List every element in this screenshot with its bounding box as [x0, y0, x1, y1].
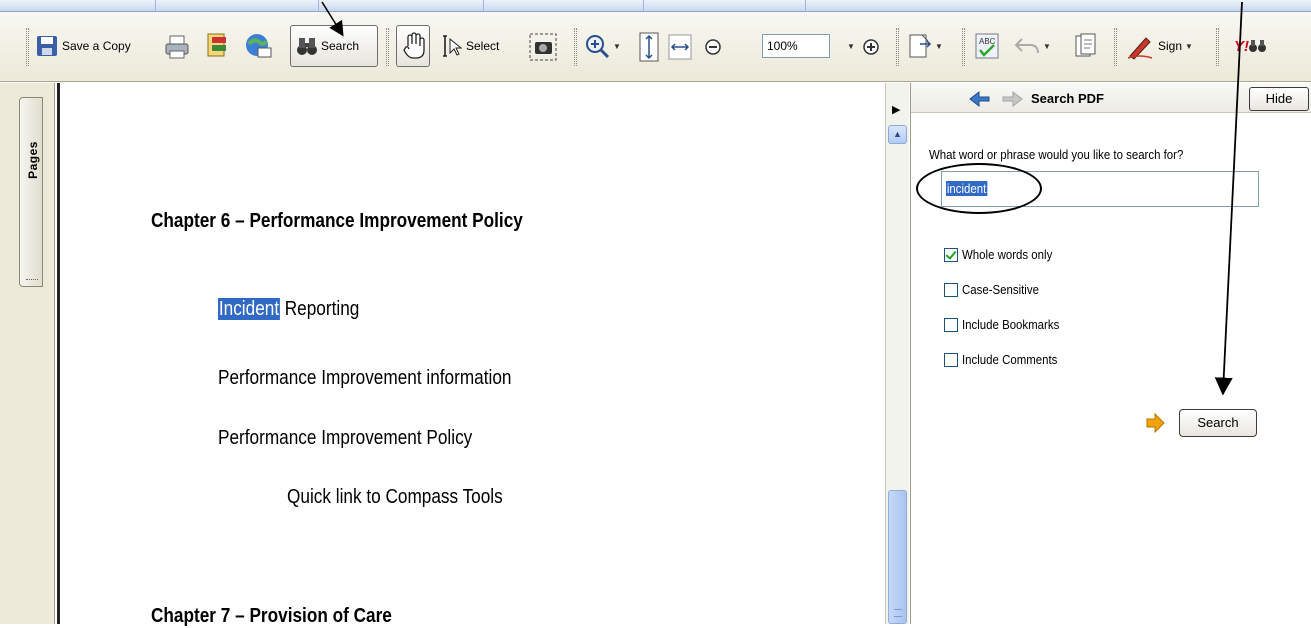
include-bookmarks-label: Include Bookmarks	[962, 317, 1060, 332]
tab-divider	[643, 0, 644, 12]
chevron-up-icon: ▲	[893, 129, 902, 139]
tab-divider	[483, 0, 484, 12]
yahoo-search-button[interactable]: Y!	[1234, 26, 1267, 66]
checkbox-unchecked[interactable]	[944, 317, 958, 332]
toolbar-separator	[962, 28, 965, 66]
pages-tab-label: Pages	[25, 141, 40, 179]
tab-grip	[26, 279, 38, 282]
case-sensitive-checkbox[interactable]: Case-Sensitive	[944, 282, 1049, 297]
checkbox-unchecked[interactable]	[944, 352, 958, 367]
include-comments-label: Include Comments	[962, 352, 1058, 367]
search-question: What word or phrase would you like to se…	[929, 147, 1184, 162]
chapter-6-heading: Chapter 6 – Performance Improvement Poli…	[151, 210, 523, 232]
go-arrow-icon	[1146, 413, 1165, 433]
pages-tab[interactable]: Pages	[19, 97, 43, 287]
search-submit-button[interactable]: Search	[1179, 409, 1257, 437]
checkbox-unchecked[interactable]	[944, 282, 958, 297]
page-menu-button[interactable]: ▼	[908, 26, 943, 66]
save-copy-label: Save a Copy	[62, 39, 131, 53]
toolbar-grip	[26, 28, 29, 66]
page-menu-icon	[909, 34, 932, 58]
search-pdf-pane: Search PDF Hide What word or phrase woul…	[910, 83, 1311, 624]
email-icon[interactable]	[244, 32, 272, 60]
incident-reporting-rest: Reporting	[279, 298, 360, 320]
toolbar-separator	[386, 28, 389, 66]
include-comments-checkbox[interactable]: Include Comments	[944, 352, 1070, 367]
case-sensitive-label: Case-Sensitive	[962, 282, 1039, 297]
vertical-scrollbar[interactable]: ▶ ▲	[885, 83, 909, 624]
whole-words-checkbox[interactable]: Whole words only	[944, 247, 1065, 262]
fit-width-icon[interactable]	[668, 34, 692, 60]
hand-icon	[403, 32, 425, 59]
chevron-down-icon: ▼	[1185, 41, 1193, 51]
search-pane-title: Search PDF	[1031, 91, 1104, 106]
chevron-down-icon: ▼	[613, 41, 621, 51]
quick-link-compass-tools[interactable]: Quick link to Compass Tools	[287, 486, 503, 509]
hide-button[interactable]: Hide	[1249, 87, 1309, 111]
sign-button[interactable]: Sign ▼	[1126, 26, 1193, 66]
toolbar-separator	[896, 28, 899, 66]
save-copy-button[interactable]: Save a Copy	[36, 26, 131, 66]
tab-divider	[318, 0, 319, 12]
zoom-value: 100%	[767, 39, 798, 53]
search-result-highlight: Incident	[218, 298, 280, 320]
scroll-up-button[interactable]: ▲	[888, 125, 907, 144]
toolbar-separator	[1114, 28, 1117, 66]
pi-policy-link[interactable]: Performance Improvement Policy	[218, 427, 472, 450]
zoom-out-icon[interactable]	[704, 38, 722, 56]
whole-words-label: Whole words only	[962, 247, 1053, 262]
zoom-level-field[interactable]: 100%	[762, 34, 830, 58]
annotation-ellipse	[916, 163, 1042, 214]
chapter-7-heading: Chapter 7 – Provision of Care	[151, 605, 392, 627]
fit-page-icon[interactable]	[638, 32, 660, 62]
zoom-in-button[interactable]: ▼	[584, 26, 621, 66]
back-arrow-icon[interactable]	[969, 91, 991, 107]
tab-divider	[805, 0, 806, 12]
zoom-in-icon	[586, 35, 610, 59]
incident-reporting-link[interactable]: Incident Reporting	[218, 298, 359, 321]
chevron-down-icon: ▼	[935, 41, 943, 51]
search-pane-header: Search PDF Hide	[911, 83, 1311, 113]
include-bookmarks-checkbox[interactable]: Include Bookmarks	[944, 317, 1073, 332]
navigation-pane: Pages	[0, 83, 55, 624]
window-top-strip	[0, 0, 1311, 12]
forward-arrow-icon[interactable]	[1001, 91, 1023, 107]
toolbar-separator	[574, 28, 577, 66]
document-icon[interactable]	[1074, 32, 1098, 60]
pi-information-link[interactable]: Performance Improvement information	[218, 367, 511, 390]
collapse-pane-icon[interactable]: ▶	[892, 103, 900, 116]
search-label: Search	[321, 39, 360, 53]
sign-pen-icon	[1127, 37, 1153, 60]
checkbox-checked[interactable]	[944, 247, 958, 262]
undo-button[interactable]: ▼	[1014, 26, 1051, 66]
select-cursor-icon	[443, 35, 463, 57]
select-tool-button[interactable]: Select	[440, 26, 499, 66]
pdf-document-page[interactable]: Chapter 6 – Performance Improvement Poli…	[60, 83, 882, 627]
spellcheck-icon[interactable]: ABC	[974, 32, 1000, 60]
toolbar: Save a Copy Search Select ▼ 100% ▼ ▼ ABC…	[0, 12, 1311, 82]
scrollbar-thumb[interactable]	[888, 490, 907, 624]
undo-icon	[1014, 38, 1039, 54]
yahoo-search-icon	[1249, 40, 1266, 52]
yahoo-label: Y!	[1234, 37, 1249, 55]
tab-divider	[155, 0, 156, 12]
organize-icon[interactable]	[204, 32, 230, 60]
print-icon[interactable]	[164, 34, 190, 60]
chevron-down-icon: ▼	[1043, 41, 1051, 51]
zoom-dropdown-icon[interactable]: ▼	[847, 42, 855, 51]
binoculars-icon	[297, 38, 317, 55]
thumb-grip	[894, 609, 902, 617]
save-icon	[37, 36, 57, 56]
search-button-content[interactable]: Search	[296, 26, 359, 66]
sign-label: Sign	[1158, 39, 1183, 53]
select-label: Select	[466, 39, 500, 53]
toolbar-separator	[1216, 28, 1219, 66]
snapshot-icon[interactable]	[528, 32, 558, 62]
zoom-plus-icon[interactable]	[862, 38, 880, 56]
